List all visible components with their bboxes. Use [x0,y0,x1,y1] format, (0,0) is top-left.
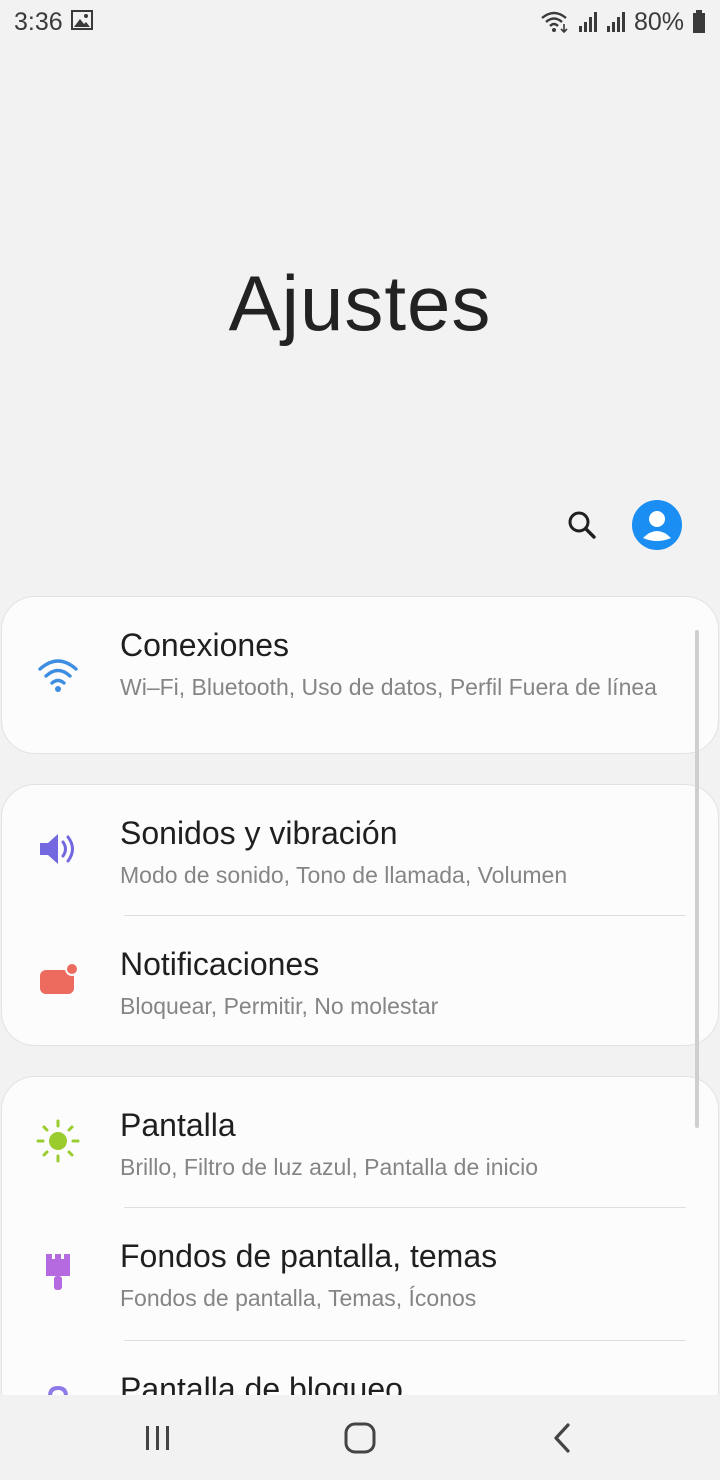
setting-item-pantalla[interactable]: Pantalla Brillo, Filtro de luz azul, Pan… [2,1077,718,1207]
setting-item-conexiones[interactable]: Conexiones Wi–Fi, Bluetooth, Uso de dato… [2,597,718,753]
setting-item-fondos[interactable]: Fondos de pantalla, temas Fondos de pant… [2,1208,718,1340]
battery-percent: 80% [633,7,684,36]
signal-icon [578,11,598,33]
signal-icon [606,11,626,33]
setting-subtitle: Wi–Fi, Bluetooth, Uso de datos, Perfil F… [120,674,657,700]
setting-title: Pantalla [120,1107,236,1143]
setting-subtitle: Fondos de pantalla, Temas, Íconos [120,1285,477,1311]
setting-item-sonidos[interactable]: Sonidos y vibración Modo de sonido, Tono… [2,785,718,915]
home-icon [344,1422,376,1454]
battery-icon [692,10,706,34]
setting-title: Sonidos y vibración [120,815,398,851]
recents-icon [146,1426,169,1450]
search-button[interactable] [560,503,604,547]
back-icon [554,1423,570,1453]
home-button[interactable] [330,1413,390,1463]
gallery-icon [70,8,93,37]
setting-title: Conexiones [120,627,289,663]
settings-card-sound: Sonidos y vibración Modo de sonido, Tono… [1,784,719,1046]
notification-icon [34,956,82,1004]
setting-subtitle: Brillo, Filtro de luz azul, Pantalla de … [120,1154,539,1180]
settings-card-connections: Conexiones Wi–Fi, Bluetooth, Uso de dato… [1,596,719,754]
sun-icon [34,1117,82,1165]
scrollbar[interactable] [695,630,699,1128]
speaker-icon [34,825,82,873]
recents-button[interactable] [128,1413,188,1463]
page-title: Ajustes [228,259,492,347]
profile-button[interactable] [632,500,682,550]
profile-icon [643,511,671,541]
paint-brush-icon [34,1248,82,1296]
back-button[interactable] [532,1413,592,1463]
setting-title: Notificaciones [120,946,320,982]
setting-title: Fondos de pantalla, temas [120,1238,498,1274]
setting-subtitle: Modo de sonido, Tono de llamada, Volumen [120,862,568,888]
status-bar: 3:36 80% [0,0,720,44]
setting-item-notificaciones[interactable]: Notificaciones Bloquear, Permitir, No mo… [2,916,718,1045]
status-time: 3:36 [14,7,63,36]
search-icon [568,511,596,539]
wifi-icon [34,651,82,699]
wifi-icon [540,10,570,34]
setting-subtitle: Bloquear, Permitir, No molestar [120,993,439,1019]
navigation-bar [0,1395,720,1480]
